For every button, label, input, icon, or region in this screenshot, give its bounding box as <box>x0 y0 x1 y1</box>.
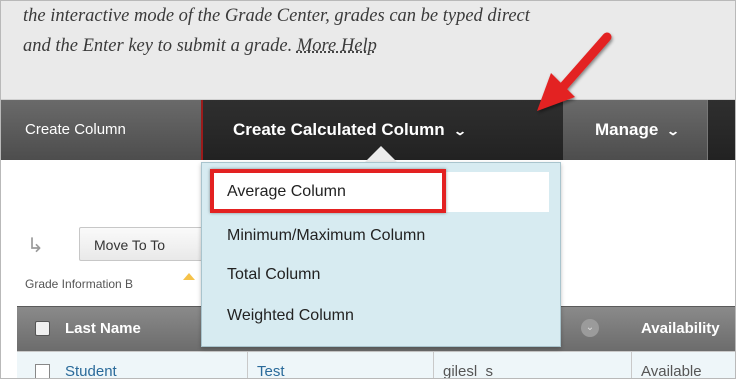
column-divider <box>433 352 434 378</box>
chevron-down-icon: ⌄ <box>452 124 467 138</box>
select-all-checkbox[interactable] <box>35 321 50 336</box>
more-help-link[interactable]: More Help <box>297 36 377 56</box>
menu-item-total-column[interactable]: Total Column <box>227 266 320 284</box>
instructions-panel: the interactive mode of the Grade Center… <box>1 1 735 100</box>
column-divider <box>631 352 632 378</box>
instructions-line-1: the interactive mode of the Grade Center… <box>23 6 530 26</box>
menu-caret <box>365 146 397 162</box>
sort-indicator-icon <box>183 273 195 280</box>
availability-header[interactable]: Availability <box>641 307 720 351</box>
username-cell: gilesl_s <box>443 363 494 379</box>
table-row: Student Test gilesl_s Available <box>17 351 735 379</box>
callout-highlight-box <box>210 169 446 213</box>
menu-item-minimum-maximum-column[interactable]: Minimum/Maximum Column <box>227 227 425 245</box>
screenshot-frame: the interactive mode of the Grade Center… <box>0 0 736 379</box>
row-checkbox[interactable] <box>35 364 50 378</box>
instructions-line-2-text: and the Enter key to submit a grade. <box>23 36 297 56</box>
actionbar-overflow-item[interactable] <box>707 100 735 160</box>
create-column-button[interactable]: Create Column <box>25 100 126 160</box>
grade-information-bar[interactable]: Grade Information B <box>25 277 133 291</box>
last-name-cell[interactable]: Student <box>65 363 117 378</box>
column-divider <box>247 352 248 378</box>
chevron-down-icon: ⌄ <box>666 124 681 138</box>
column-menu-icon[interactable]: ⌄ <box>581 319 599 337</box>
availability-cell: Available <box>641 363 702 379</box>
last-name-header[interactable]: Last Name <box>65 307 141 351</box>
move-arrow-icon: ↳ <box>27 235 44 257</box>
instructions-line-2: and the Enter key to submit a grade. Mor… <box>23 33 735 59</box>
red-arrow-icon <box>537 32 612 111</box>
move-to-top-button[interactable]: Move To To <box>79 227 209 261</box>
menu-item-weighted-column[interactable]: Weighted Column <box>227 307 354 325</box>
first-name-cell[interactable]: Test <box>257 363 285 378</box>
create-calculated-column-label: Create Calculated Column <box>233 120 445 139</box>
